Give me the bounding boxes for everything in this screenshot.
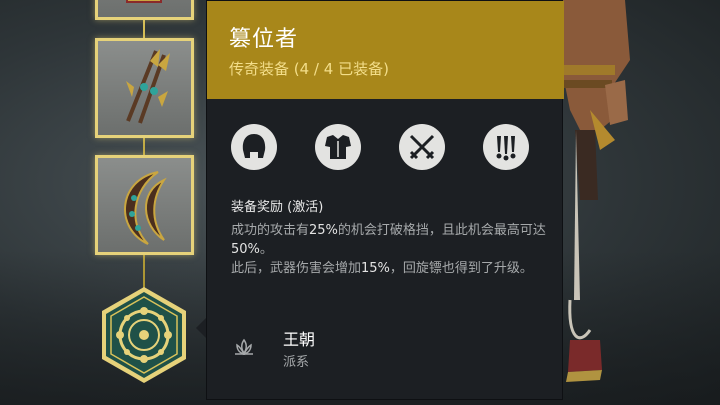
bonus-paragraph-1: 成功的攻击有25%的机会打破格挡，且此机会最高可达50%。 (231, 223, 546, 257)
set-title: 篡位者 (229, 27, 299, 52)
faction-label: 派系 (283, 355, 310, 370)
chakram-icon (124, 171, 167, 245)
armor-icon (126, 0, 162, 3)
throwing-knives-icon[interactable] (483, 124, 529, 170)
crossed-swords-icon[interactable] (399, 124, 445, 170)
lotus-faction-icon (235, 338, 253, 356)
equipment-slot-weapon[interactable] (95, 38, 194, 138)
set-subtitle: 传奇装备 (4 / 4 已装备) (229, 60, 389, 78)
faction-name: 王朝 (283, 330, 316, 349)
tooltip-pointer (196, 318, 206, 338)
dynasty-emblem-icon (102, 287, 186, 383)
tooltip-header: 篡位者 传奇装备 (4 / 4 已装备) (207, 1, 564, 99)
helmet-icon[interactable] (231, 124, 277, 170)
set-pieces-row (231, 124, 531, 172)
equipment-slot-armor[interactable] (95, 0, 194, 20)
set-bonus-title: 装备奖励 (激活) (231, 200, 324, 215)
glaive-icon (126, 49, 170, 124)
chest-armor-icon[interactable] (315, 124, 361, 170)
set-tooltip-panel: 篡位者 传奇装备 (4 / 4 已装备) 装备奖励 (激活) 成功的攻击有25%… (206, 0, 564, 400)
dynasty-emblem-button[interactable] (98, 285, 190, 385)
set-bonus-description: 成功的攻击有25%的机会打破格挡，且此机会最高可达50%。 此后，武器伤害会增加… (231, 221, 551, 278)
bonus-paragraph-2: 此后，武器伤害会增加15%，回旋镖也得到了升级。 (231, 261, 533, 276)
equipment-slot-boomerang[interactable] (95, 155, 194, 255)
